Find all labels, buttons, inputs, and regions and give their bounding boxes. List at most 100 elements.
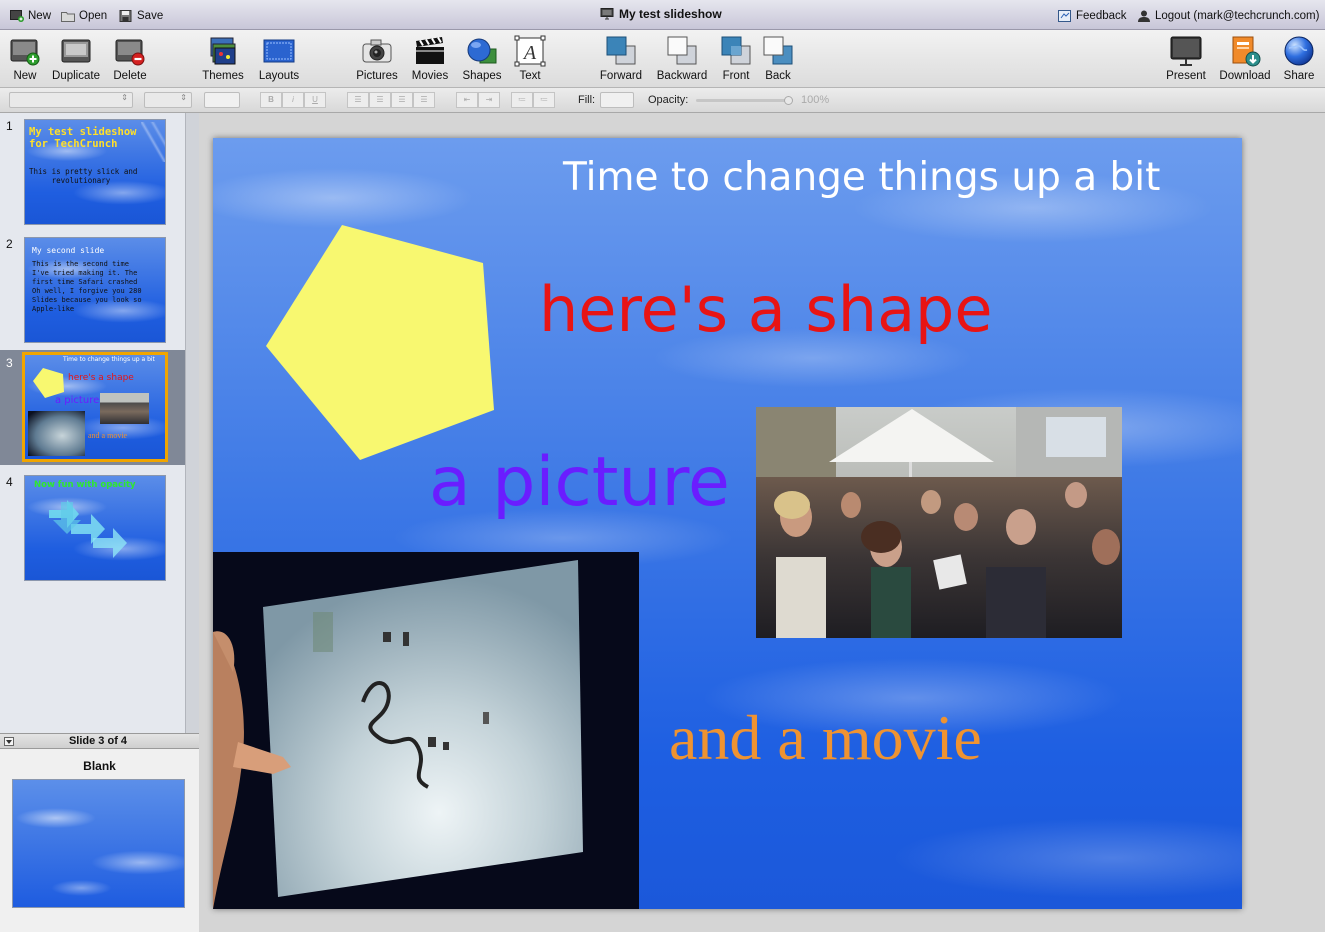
slide-thumbnail-row-1[interactable]: 1 My test slideshow for TechCrunch This … xyxy=(0,113,185,228)
logout-link[interactable]: Logout (mark@techcrunch.com) xyxy=(1137,8,1319,24)
bring-forward-icon xyxy=(606,36,636,65)
align-center-button[interactable]: ☰ xyxy=(369,92,391,108)
layout-name: Blank xyxy=(83,759,116,773)
slide-thumbnail-row-4[interactable]: 4 Now fun with opacity xyxy=(0,469,185,584)
duplicate-slide-button[interactable]: Duplicate xyxy=(46,35,106,82)
pictures-button[interactable]: Pictures xyxy=(347,35,407,82)
slide-number: 4 xyxy=(6,475,13,489)
layouts-icon xyxy=(263,39,295,63)
feedback-icon xyxy=(1058,10,1071,22)
new-document-button[interactable]: New xyxy=(10,8,51,24)
slide-title-text[interactable]: Time to change things up a bit xyxy=(563,155,1160,200)
align-left-button[interactable]: ☰ xyxy=(347,92,369,108)
clapperboard-icon xyxy=(416,36,444,64)
thumbnail-body: This is pretty slick and revolutionary xyxy=(29,167,138,185)
opacity-label: Opacity: xyxy=(648,94,689,106)
slide-thumbnail[interactable]: Now fun with opacity xyxy=(24,475,166,581)
italic-button[interactable]: i xyxy=(282,92,304,108)
save-document-label: Save xyxy=(137,10,164,22)
text-box-icon: A xyxy=(514,35,546,67)
align-justify-icon: ☰ xyxy=(420,95,428,104)
download-button[interactable]: Download xyxy=(1215,35,1275,82)
format-bar: ⇕ ⇕ B i U ☰ ☰ ☰ ☰ ⇤ ⇥ ≔ ≔ Fill: Opacity:… xyxy=(0,88,1325,113)
align-center-icon: ☰ xyxy=(376,95,384,104)
send-backward-button[interactable]: Backward xyxy=(652,35,712,82)
opacity-slider[interactable] xyxy=(696,96,793,105)
layout-thumbnail[interactable] xyxy=(12,779,185,908)
numbered-list-button[interactable]: ≔ xyxy=(533,92,555,108)
new-slide-label: New xyxy=(13,70,37,82)
slide-thumbnail-row-2[interactable]: 2 My second slide This is the second tim… xyxy=(0,231,185,346)
download-label: Download xyxy=(1219,70,1271,82)
open-document-label: Open xyxy=(79,10,108,22)
font-size-select[interactable]: ⇕ xyxy=(144,92,192,108)
send-backward-label: Backward xyxy=(656,70,708,82)
main-toolbar: New Duplicate Delete Themes Layouts Pict… xyxy=(0,30,1325,88)
new-slide-icon xyxy=(10,39,40,66)
text-button[interactable]: A Text xyxy=(500,35,560,82)
opacity-slider-handle[interactable] xyxy=(784,96,793,105)
align-justify-button[interactable]: ☰ xyxy=(413,92,435,108)
layouts-button[interactable]: Layouts xyxy=(249,35,309,82)
fill-color-well[interactable] xyxy=(600,92,634,108)
present-label: Present xyxy=(1166,70,1206,82)
slide-thumbnail[interactable]: My second slide This is the second time … xyxy=(24,237,166,343)
send-backward-icon xyxy=(667,36,697,65)
present-button[interactable]: Present xyxy=(1156,35,1216,82)
slide-canvas[interactable]: Time to change things up a bit here's a … xyxy=(213,138,1242,909)
text-color-well[interactable] xyxy=(204,92,240,108)
movies-button[interactable]: Movies xyxy=(400,35,460,82)
thumbnail-movie-text: and a movie xyxy=(88,431,128,440)
share-button[interactable]: Share xyxy=(1269,35,1325,82)
decorative-stripes xyxy=(141,122,165,162)
top-menu-bar: New Open Save My test slideshow Feedback… xyxy=(0,0,1325,30)
duplicate-slide-label: Duplicate xyxy=(52,70,100,82)
crowd-photo[interactable] xyxy=(756,407,1122,638)
movie-caption-text[interactable]: and a movie xyxy=(669,701,982,775)
user-icon xyxy=(1138,10,1150,22)
slide-position-text: Slide 3 of 4 xyxy=(68,735,128,747)
indent-icon: ⇥ xyxy=(485,95,493,104)
thumbnail-arrows xyxy=(49,500,127,558)
themes-label: Themes xyxy=(202,70,244,82)
send-to-back-label: Back xyxy=(765,70,791,82)
bullet-list-button[interactable]: ≔ xyxy=(511,92,533,108)
bring-forward-label: Forward xyxy=(599,70,643,82)
bullet-list-icon: ≔ xyxy=(518,95,526,104)
thumbnail-picture-text: a picture xyxy=(55,395,100,406)
underline-button[interactable]: U xyxy=(304,92,326,108)
shapes-label: Shapes xyxy=(462,70,502,82)
slide-thumbnail[interactable]: My test slideshow for TechCrunch This is… xyxy=(24,119,166,225)
slide-thumbnail-row-3[interactable]: 3 Time to change things up a bit here's … xyxy=(0,350,185,465)
movies-label: Movies xyxy=(411,70,449,82)
delete-slide-icon xyxy=(115,39,145,66)
slide-number: 1 xyxy=(6,119,13,133)
send-to-back-button[interactable]: Back xyxy=(748,35,808,82)
feedback-link[interactable]: Feedback xyxy=(1058,8,1127,24)
picture-caption-text[interactable]: a picture xyxy=(429,443,730,522)
themes-button[interactable]: Themes xyxy=(193,35,253,82)
thumbnail-shape-text: here's a shape xyxy=(68,373,134,383)
bring-forward-button[interactable]: Forward xyxy=(591,35,651,82)
align-right-icon: ☰ xyxy=(398,95,406,104)
font-family-select[interactable]: ⇕ xyxy=(9,92,133,108)
pentagon-shape[interactable] xyxy=(265,224,497,464)
thumbnail-title: My test slideshow for TechCrunch xyxy=(29,126,137,151)
thumbnail-title: Time to change things up a bit xyxy=(63,356,155,363)
thumbnail-movie xyxy=(28,411,85,456)
open-document-button[interactable]: Open xyxy=(61,8,107,24)
bold-button[interactable]: B xyxy=(260,92,282,108)
outdent-button[interactable]: ⇤ xyxy=(456,92,478,108)
embedded-movie[interactable] xyxy=(213,552,639,909)
save-document-button[interactable]: Save xyxy=(119,8,163,24)
camera-icon xyxy=(362,39,392,63)
logout-label: Logout (mark@techcrunch.com) xyxy=(1155,10,1320,22)
document-title: My test slideshow xyxy=(600,7,722,21)
shape-caption-text[interactable]: here's a shape xyxy=(539,273,993,346)
slide-thumbnail-selected[interactable]: Time to change things up a bit here's a … xyxy=(22,352,168,462)
indent-button[interactable]: ⇥ xyxy=(478,92,500,108)
align-right-button[interactable]: ☰ xyxy=(391,92,413,108)
thumbnail-title: My second slide xyxy=(32,246,105,255)
delete-slide-button[interactable]: Delete xyxy=(100,35,160,82)
thumbnail-scrollbar[interactable] xyxy=(185,113,199,733)
